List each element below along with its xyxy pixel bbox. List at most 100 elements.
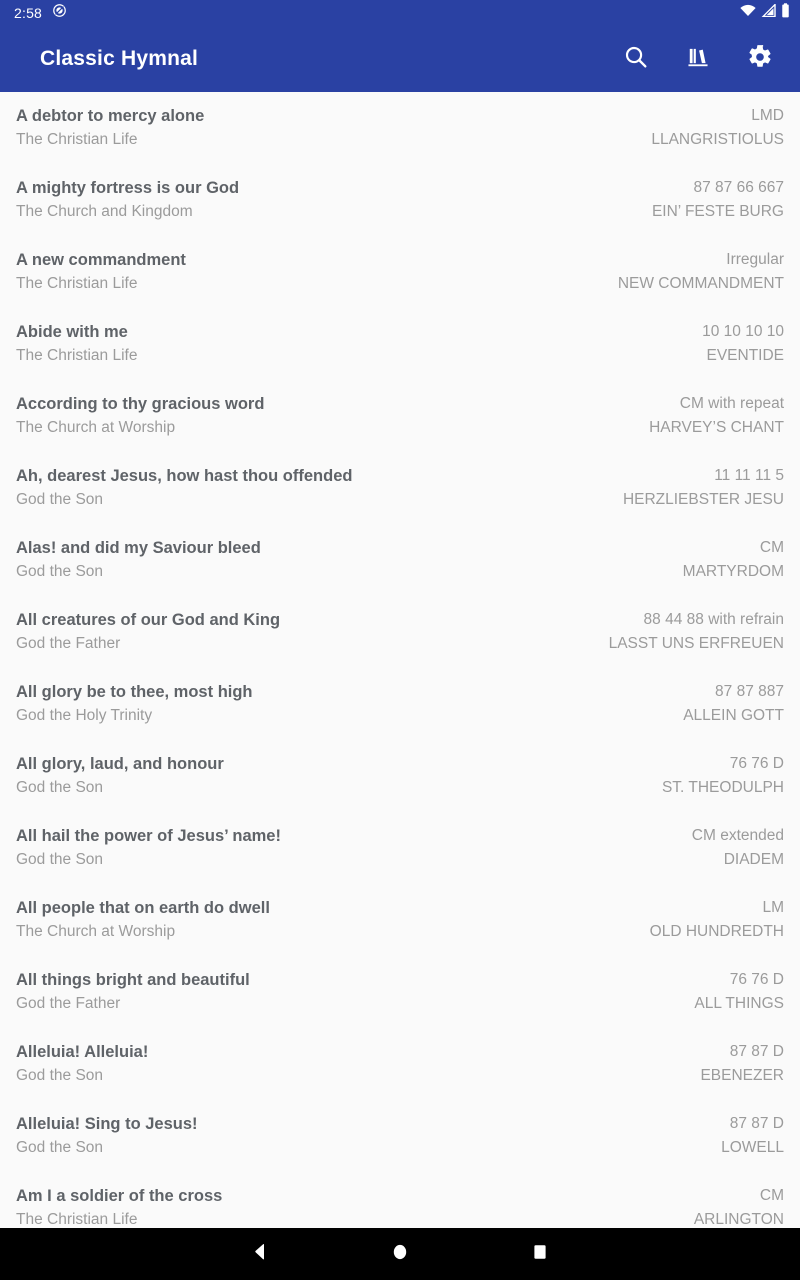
hymn-list-item[interactable]: Alleluia! Sing to Jesus! God the Son 87 87…	[0, 1100, 800, 1172]
battery-icon	[781, 3, 790, 23]
hymn-section: God the Son	[16, 779, 104, 797]
hymn-row-right: 87 87 66 667 EIN’ FESTE BURG	[652, 178, 784, 223]
hymn-list-item[interactable]: All people that on earth do dwell The Chu…	[0, 884, 800, 956]
hymn-row-left: A debtor to mercy alone The Christian Lif…	[16, 105, 651, 151]
hymn-row-right: 88 44 88 with refrain LASST UNS ERFREUEN	[609, 610, 784, 655]
hymn-row-right: 87 87 887 ALLEIN GOTT	[683, 682, 784, 727]
hymn-meter: 87 87 D	[729, 1114, 784, 1132]
hymn-tune: EVENTIDE	[706, 346, 784, 364]
hymn-meter: CM	[759, 1186, 784, 1204]
hymn-section: The Christian Life	[16, 275, 138, 293]
hymn-title: Alas! and did my Saviour bleed	[16, 539, 261, 558]
hymn-row-left: Abide with me The Christian Life	[16, 321, 702, 367]
hymn-row-left: Ah, dearest Jesus, how hast thou offende…	[16, 465, 623, 511]
hymn-section: The Christian Life	[16, 347, 138, 365]
hymn-row-left: Am I a soldier of the cross The Christian…	[16, 1185, 694, 1228]
status-bar-clock: 2:58	[14, 5, 43, 21]
search-button[interactable]	[612, 35, 660, 83]
hymn-list-item[interactable]: According to thy gracious word The Church…	[0, 380, 800, 452]
hymn-meter: 10 10 10 10	[702, 322, 784, 340]
hymn-row-left: All creatures of our God and King God the…	[16, 609, 609, 655]
hymn-section: God the Son	[16, 1139, 104, 1157]
hymn-tune: ARLINGTON	[693, 1210, 784, 1228]
app-bar: Classic Hymnal	[0, 26, 800, 92]
hymn-title: All hail the power of Jesus’ name!	[16, 827, 281, 846]
hymn-list-item[interactable]: Abide with me The Christian Life 10 10 10 …	[0, 308, 800, 380]
hymn-meter: 11 11 11 5	[714, 466, 784, 484]
hymn-tune: HARVEY’S CHANT	[649, 418, 784, 436]
library-icon	[685, 44, 711, 75]
hymn-section: God the Holy Trinity	[16, 707, 153, 725]
hymn-meter: 87 87 887	[715, 682, 784, 700]
hymn-meter: 88 44 88 with refrain	[643, 610, 784, 628]
hymn-list-item[interactable]: All creatures of our God and King God the…	[0, 596, 800, 668]
recents-button[interactable]	[518, 1232, 562, 1276]
hymn-row-left: Alas! and did my Saviour bleed God the So…	[16, 537, 683, 583]
hymn-list-item[interactable]: A debtor to mercy alone The Christian Lif…	[0, 92, 800, 164]
hymn-meter: 76 76 D	[729, 754, 784, 772]
hymn-list-item[interactable]: Ah, dearest Jesus, how hast thou offende…	[0, 452, 800, 524]
hymn-list-item[interactable]: All glory be to thee, most high God the H…	[0, 668, 800, 740]
hymn-list-item[interactable]: All hail the power of Jesus’ name! God th…	[0, 812, 800, 884]
hymn-title: A mighty fortress is our God	[16, 179, 240, 198]
system-navigation-bar	[0, 1228, 800, 1280]
hymn-list-item[interactable]: Alas! and did my Saviour bleed God the So…	[0, 524, 800, 596]
hymn-list[interactable]: A debtor to mercy alone The Christian Lif…	[0, 92, 800, 1228]
hymn-row-left: All glory be to thee, most high God the H…	[16, 681, 683, 727]
home-button[interactable]	[378, 1232, 422, 1276]
hymn-meter: 87 87 D	[729, 1042, 784, 1060]
app-bar-actions	[612, 35, 784, 83]
hymn-row-right: 87 87 D EBENEZER	[700, 1042, 784, 1087]
hymn-row-left: All hail the power of Jesus’ name! God th…	[16, 825, 692, 871]
search-icon	[623, 44, 649, 75]
settings-button[interactable]	[736, 35, 784, 83]
hymn-row-right: LMD LLANGRISTIOLUS	[651, 106, 784, 151]
library-button[interactable]	[674, 35, 722, 83]
hymn-tune: LASST UNS ERFREUEN	[608, 634, 784, 652]
hymn-row-left: A mighty fortress is our God The Church a…	[16, 177, 652, 223]
hymn-title: According to thy gracious word	[16, 395, 265, 414]
dnd-icon	[52, 3, 67, 23]
hymn-section: The Church at Worship	[16, 923, 176, 941]
hymn-meter: LMD	[751, 106, 784, 124]
hymn-tune: MARTYRDOM	[682, 562, 784, 580]
hymn-title: Am I a soldier of the cross	[16, 1187, 223, 1206]
hymn-section: The Church at Worship	[16, 419, 176, 437]
hymn-list-item[interactable]: All glory, laud, and honour God the Son 76…	[0, 740, 800, 812]
hymn-list-item[interactable]: A mighty fortress is our God The Church a…	[0, 164, 800, 236]
hymn-meter: CM	[759, 538, 784, 556]
hymn-row-left: All people that on earth do dwell The Chu…	[16, 897, 650, 943]
hymn-title: All glory, laud, and honour	[16, 755, 224, 774]
hymn-title: All things bright and beautiful	[16, 971, 250, 990]
hymn-title: All glory be to thee, most high	[16, 683, 253, 702]
hymn-section: God the Father	[16, 635, 121, 653]
hymn-section: God the Son	[16, 491, 104, 509]
hymn-row-right: CM ARLINGTON	[694, 1186, 784, 1228]
hymn-row-right: LM OLD HUNDREDTH	[650, 898, 784, 943]
back-button[interactable]	[238, 1232, 282, 1276]
hymn-tune: EIN’ FESTE BURG	[651, 202, 784, 220]
wifi-icon	[740, 4, 756, 22]
hymn-tune: LLANGRISTIOLUS	[651, 130, 784, 148]
hymn-tune: HERZLIEBSTER JESU	[622, 490, 784, 508]
hymn-row-left: According to thy gracious word The Church…	[16, 393, 649, 439]
hymn-tune: ALL THINGS	[694, 994, 784, 1012]
hymn-list-item[interactable]: Alleluia! Alleluia! God the Son 87 87 D EBE…	[0, 1028, 800, 1100]
status-bar: 2:58	[0, 0, 800, 26]
hymn-tune: ALLEIN GOTT	[683, 706, 784, 724]
hymn-row-right: CM MARTYRDOM	[683, 538, 784, 583]
hymn-list-item[interactable]: All things bright and beautiful God the F…	[0, 956, 800, 1028]
hymn-tune: NEW COMMANDMENT	[617, 274, 784, 292]
hymn-list-item[interactable]: Am I a soldier of the cross The Christian…	[0, 1172, 800, 1228]
hymn-row-right: 11 11 11 5 HERZLIEBSTER JESU	[623, 466, 784, 511]
hymn-section: The Christian Life	[16, 131, 138, 149]
hymn-meter: 76 76 D	[729, 970, 784, 988]
hymn-section: God the Son	[16, 563, 104, 581]
hymn-tune: ST. THEODULPH	[661, 778, 784, 796]
hymn-meter: CM with repeat	[679, 394, 784, 412]
hymn-meter: Irregular	[726, 250, 784, 268]
hymn-row-left: All glory, laud, and honour God the Son	[16, 753, 662, 799]
hymn-list-item[interactable]: A new commandment The Christian Life Irreg…	[0, 236, 800, 308]
hymn-row-left: All things bright and beautiful God the F…	[16, 969, 694, 1015]
hymn-section: The Christian Life	[16, 1211, 138, 1228]
